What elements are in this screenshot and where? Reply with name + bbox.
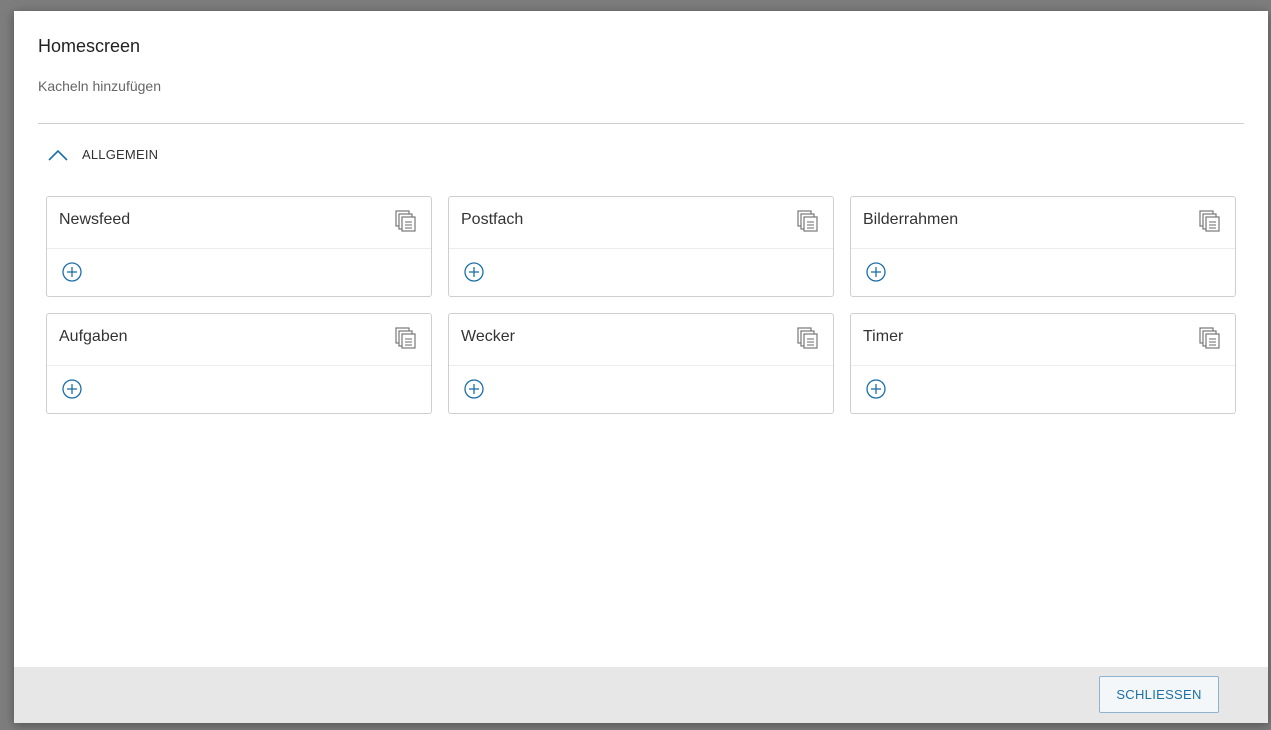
tile-newsfeed: Newsfeed <box>46 196 432 297</box>
copy-icon[interactable] <box>1199 327 1221 349</box>
tile-header: Aufgaben <box>47 314 431 366</box>
plus-circle-icon[interactable] <box>865 378 887 400</box>
tile-grid: Newsfeed Postfach Bilderrahmen Aufgaben … <box>46 196 1236 414</box>
plus-circle-icon[interactable] <box>463 378 485 400</box>
tile-title: Newsfeed <box>59 211 131 228</box>
tile-aufgaben: Aufgaben <box>46 313 432 414</box>
close-button[interactable]: SCHLIESSEN <box>1099 676 1219 713</box>
copy-icon[interactable] <box>395 327 417 349</box>
chevron-up-icon <box>48 149 68 161</box>
section-toggle-allgemein[interactable]: ALLGEMEIN <box>48 147 158 162</box>
dialog-footer: SCHLIESSEN <box>14 667 1268 723</box>
tile-title: Timer <box>863 328 904 345</box>
copy-icon[interactable] <box>797 210 819 232</box>
tile-postfach: Postfach <box>448 196 834 297</box>
tile-header: Wecker <box>449 314 833 366</box>
plus-circle-icon[interactable] <box>61 261 83 283</box>
tile-wecker: Wecker <box>448 313 834 414</box>
copy-icon[interactable] <box>1199 210 1221 232</box>
tile-bilderrahmen: Bilderrahmen <box>850 196 1236 297</box>
copy-icon[interactable] <box>395 210 417 232</box>
tile-title: Postfach <box>461 211 524 228</box>
tile-timer: Timer <box>850 313 1236 414</box>
tile-header: Bilderrahmen <box>851 197 1235 249</box>
plus-circle-icon[interactable] <box>865 261 887 283</box>
tile-header: Newsfeed <box>47 197 431 249</box>
divider <box>38 123 1244 124</box>
copy-icon[interactable] <box>797 327 819 349</box>
plus-circle-icon[interactable] <box>61 378 83 400</box>
tile-title: Wecker <box>461 328 515 345</box>
tile-header: Timer <box>851 314 1235 366</box>
plus-circle-icon[interactable] <box>463 261 485 283</box>
dialog-title: Homescreen <box>38 36 141 56</box>
section-label: ALLGEMEIN <box>82 147 159 162</box>
tile-header: Postfach <box>449 197 833 249</box>
dialog-subtitle: Kacheln hinzufügen <box>38 78 161 94</box>
tile-title: Bilderrahmen <box>863 211 959 228</box>
homescreen-dialog: Homescreen Kacheln hinzufügen ALLGEMEIN … <box>14 11 1268 723</box>
tile-title: Aufgaben <box>59 328 128 345</box>
